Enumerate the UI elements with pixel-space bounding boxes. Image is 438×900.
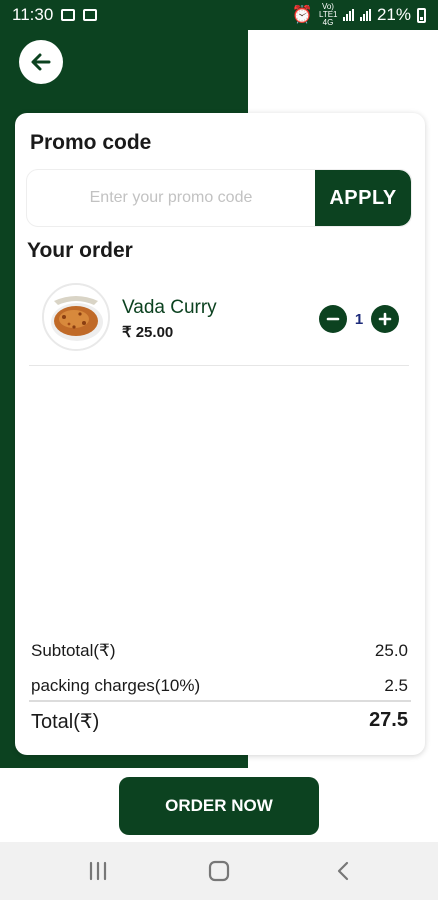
quantity-stepper: 1 [319,305,399,333]
signal-icon [342,9,354,21]
order-now-button[interactable]: ORDER NOW [119,777,319,835]
status-time: 11:30 [12,5,54,24]
order-item: Vada Curry ₹ 25.00 1 [29,281,409,367]
subtotal-row: Subtotal(₹) 25.0 [31,641,408,661]
recents-icon [89,861,107,881]
divider [29,365,409,366]
recents-button[interactable] [68,842,128,900]
battery-percent: 21% [376,5,411,24]
battery-icon [417,7,426,23]
item-price: ₹ 25.00 [122,324,174,341]
network-label: Vo) LTE1 4G [318,2,338,27]
total-label: Total(₹) [31,711,100,733]
decrease-button[interactable] [319,305,347,333]
promo-title: Promo code [30,131,152,154]
divider [29,700,411,702]
home-icon [208,860,230,882]
signal-icon [359,9,371,21]
total-value: 27.5 [369,709,408,731]
subtotal-label: Subtotal(₹) [31,641,116,660]
packing-label: packing charges(10%) [31,676,201,695]
apply-button[interactable]: APPLY [315,170,411,226]
home-button[interactable] [189,842,249,900]
minus-icon [326,317,340,321]
gallery-icon [61,9,76,21]
back-button[interactable] [19,40,63,84]
status-bar: 11:30 ⏰ Vo) LTE1 4G 21% [0,0,438,30]
order-title: Your order [27,239,133,262]
order-card: Promo code APPLY Your order Vada Curry ₹… [15,113,425,755]
alarm-icon: ⏰ [291,5,313,24]
item-name: Vada Curry [122,297,217,318]
packing-value: 2.5 [384,676,408,695]
promo-row: APPLY [26,169,412,227]
arrow-left-icon [31,53,51,71]
navigation-bar [0,842,438,900]
subtotal-value: 25.0 [374,641,408,660]
packing-row: packing charges(10%) 2.5 [31,676,408,696]
item-quantity: 1 [354,310,364,328]
food-image [42,283,110,351]
chevron-left-icon [337,861,349,881]
promo-code-input[interactable] [27,170,315,226]
message-icon [83,9,98,21]
plus-icon [378,312,392,326]
total-row: Total(₹) 27.5 [31,709,408,734]
increase-button[interactable] [371,305,399,333]
system-back-button[interactable] [313,842,373,900]
